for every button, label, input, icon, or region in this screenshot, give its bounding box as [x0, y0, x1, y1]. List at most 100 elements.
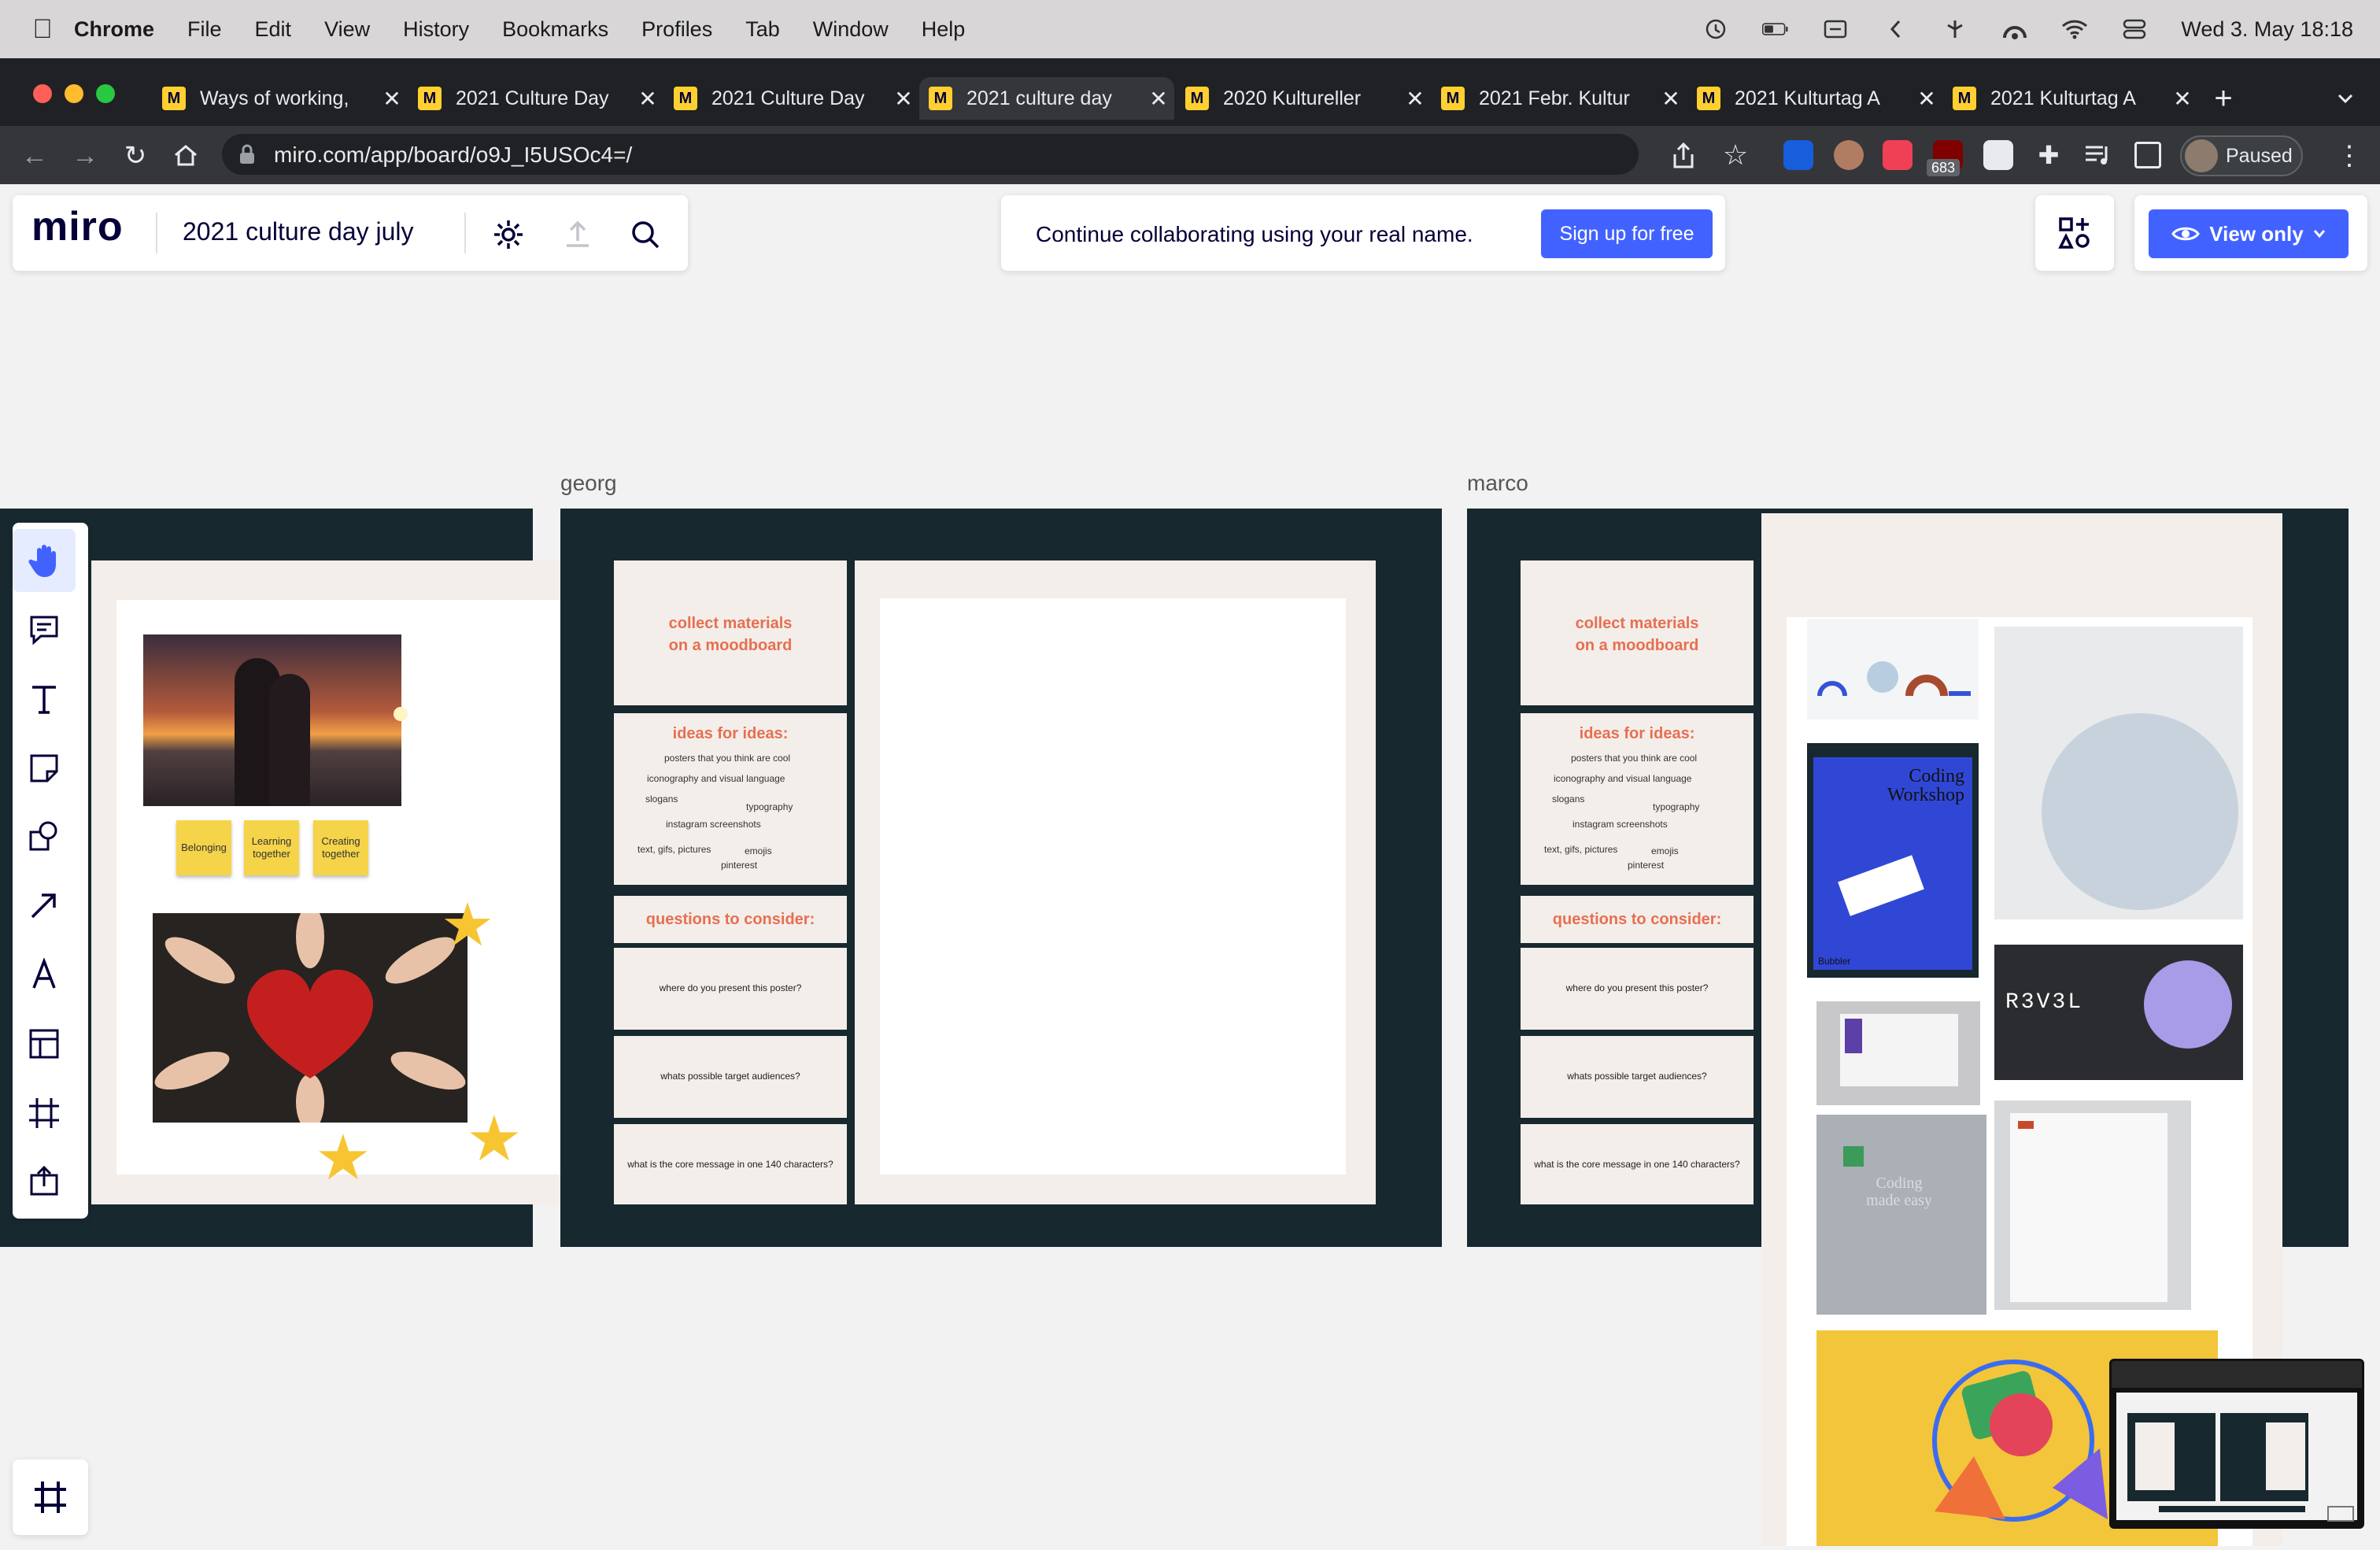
arrow-tool-icon[interactable]: [13, 874, 76, 937]
card-question[interactable]: where do you present this poster?: [1521, 948, 1754, 1030]
card-collect-materials[interactable]: collect materials on a moodboard: [1521, 560, 1754, 705]
side-panel-icon[interactable]: [2134, 142, 2161, 168]
text-tool-icon[interactable]: [13, 668, 76, 731]
menu-window[interactable]: Window: [813, 17, 889, 42]
display-icon[interactable]: [1822, 17, 1849, 41]
vpn-icon[interactable]: [2001, 17, 2028, 41]
card-question[interactable]: whats possible target audiences?: [614, 1036, 847, 1118]
reload-icon[interactable]: ↻: [120, 140, 151, 172]
moodboard-image-revel[interactable]: R3V3L: [1994, 945, 2243, 1080]
moodboard-image-tshirt[interactable]: [1994, 627, 2243, 919]
browser-tab[interactable]: M 2020 Kultureller ✕: [1181, 77, 1431, 120]
wifi-icon[interactable]: [2061, 17, 2088, 41]
menu-chrome[interactable]: Chrome: [74, 17, 154, 42]
back-icon[interactable]: ←: [19, 140, 50, 172]
close-tab-icon[interactable]: ✕: [1911, 86, 1942, 112]
home-icon[interactable]: [170, 140, 201, 172]
star-sticker-icon[interactable]: ★: [315, 1121, 371, 1194]
comment-tool-icon[interactable]: [13, 598, 76, 661]
settings-gear-icon[interactable]: [491, 217, 526, 252]
menu-file[interactable]: File: [187, 17, 222, 42]
extensions-puzzle-icon[interactable]: ✚: [2034, 140, 2064, 170]
view-only-button[interactable]: View only: [2149, 209, 2349, 258]
apple-icon[interactable]: : [11, 14, 74, 45]
card-ideas[interactable]: ideas for ideas: posters that you think …: [1521, 713, 1754, 885]
media-control-icon[interactable]: [2082, 140, 2112, 170]
menu-view[interactable]: View: [324, 17, 370, 42]
browser-tab[interactable]: M 2021 Culture Day ✕: [669, 77, 919, 120]
menu-profiles[interactable]: Profiles: [641, 17, 712, 42]
card-question[interactable]: what is the core message in one 140 char…: [1521, 1124, 1754, 1204]
card-ideas[interactable]: ideas for ideas: posters that you think …: [614, 713, 847, 885]
sticky-note[interactable]: Creating together: [313, 820, 368, 875]
miro-logo[interactable]: miro: [31, 203, 124, 250]
lock-icon[interactable]: [238, 143, 257, 165]
share-icon[interactable]: [1670, 142, 1697, 170]
board-minimap[interactable]: [2109, 1359, 2364, 1529]
sign-up-button[interactable]: Sign up for free: [1541, 209, 1713, 258]
profile-button[interactable]: Paused: [2180, 135, 2303, 176]
more-menu-icon[interactable]: ⋮: [2336, 140, 2363, 172]
frame-tool-icon[interactable]: [13, 1082, 76, 1145]
minimize-window-icon[interactable]: [65, 84, 83, 103]
extension-icon[interactable]: [1983, 140, 2013, 170]
maximize-window-icon[interactable]: [96, 84, 115, 103]
close-tab-icon[interactable]: ✕: [376, 86, 408, 112]
close-tab-icon[interactable]: ✕: [632, 86, 663, 112]
sunset-hug-photo[interactable]: [143, 634, 408, 806]
card-questions[interactable]: questions to consider:: [614, 896, 847, 943]
close-window-icon[interactable]: [33, 84, 52, 103]
frame-title-georg[interactable]: georg: [560, 471, 617, 496]
browser-tab[interactable]: M 2021 Febr. Kultur ✕: [1436, 77, 1687, 120]
moodboard-image-book-spread[interactable]: [1816, 1001, 1980, 1105]
browser-tab[interactable]: M Ways of working, ✕: [157, 77, 408, 120]
upload-icon[interactable]: [560, 217, 595, 252]
extension-icon[interactable]: [1834, 140, 1864, 170]
fan-icon[interactable]: [1942, 17, 1968, 41]
control-center-icon[interactable]: [2121, 17, 2148, 41]
sticky-note[interactable]: Learning together: [244, 820, 299, 875]
frame-title-marco[interactable]: marco: [1467, 471, 1528, 496]
new-tab-icon[interactable]: +: [2204, 77, 2243, 120]
pen-tool-icon[interactable]: [13, 943, 76, 1006]
close-tab-icon[interactable]: ✕: [1399, 86, 1431, 112]
star-sticker-icon[interactable]: ★: [466, 1102, 523, 1175]
card-question[interactable]: where do you present this poster?: [614, 948, 847, 1030]
card-question[interactable]: whats possible target audiences?: [1521, 1036, 1754, 1118]
hands-heart-photo[interactable]: [153, 905, 468, 1130]
tab-search-icon[interactable]: [2330, 79, 2361, 118]
time-machine-icon[interactable]: [1702, 17, 1729, 41]
close-tab-icon[interactable]: ✕: [1143, 86, 1174, 112]
templates-tool-icon[interactable]: [13, 1012, 76, 1075]
menu-edit[interactable]: Edit: [255, 17, 292, 42]
pocket-extension-icon[interactable]: [1883, 140, 1913, 170]
search-icon[interactable]: [628, 217, 663, 252]
chevron-left-icon[interactable]: [1882, 17, 1909, 41]
browser-tab[interactable]: M 2021 Culture Day ✕: [413, 77, 663, 120]
menu-tab[interactable]: Tab: [745, 17, 780, 42]
moodboard-image-book-cover[interactable]: Coding made easy: [1816, 1115, 1986, 1315]
board-title[interactable]: 2021 culture day july: [183, 217, 414, 246]
forward-icon[interactable]: →: [69, 140, 101, 172]
frames-list-icon[interactable]: [31, 1478, 69, 1516]
card-collect-materials[interactable]: collect materials on a moodboard: [614, 560, 847, 705]
browser-tab[interactable]: M 2021 Kulturtag A ✕: [1948, 77, 2198, 120]
card-question[interactable]: what is the core message in one 140 char…: [614, 1124, 847, 1204]
url-text[interactable]: miro.com/app/board/o9J_I5USOc4=/: [274, 142, 632, 168]
menu-bookmarks[interactable]: Bookmarks: [502, 17, 608, 42]
close-tab-icon[interactable]: ✕: [888, 86, 919, 112]
moodboard-image-worksheets[interactable]: [1994, 1101, 2191, 1310]
menu-history[interactable]: History: [403, 17, 469, 42]
close-tab-icon[interactable]: ✕: [2167, 86, 2198, 112]
sticky-note[interactable]: Belonging: [176, 820, 231, 875]
shapes-tool-icon[interactable]: [13, 805, 76, 867]
browser-tab-active[interactable]: M 2021 culture day ✕: [919, 77, 1174, 120]
hand-tool-icon[interactable]: [13, 529, 76, 592]
card-questions[interactable]: questions to consider:: [1521, 896, 1754, 943]
close-tab-icon[interactable]: ✕: [1655, 86, 1687, 112]
moodboard-image-coding-poster[interactable]: Coding Workshop Bubbler: [1807, 743, 1979, 978]
sticky-note-tool-icon[interactable]: [13, 737, 76, 800]
menubar-datetime[interactable]: Wed 3. May 18:18: [2181, 17, 2353, 42]
bitwarden-extension-icon[interactable]: [1783, 140, 1813, 170]
bookmark-star-icon[interactable]: ☆: [1720, 140, 1750, 170]
